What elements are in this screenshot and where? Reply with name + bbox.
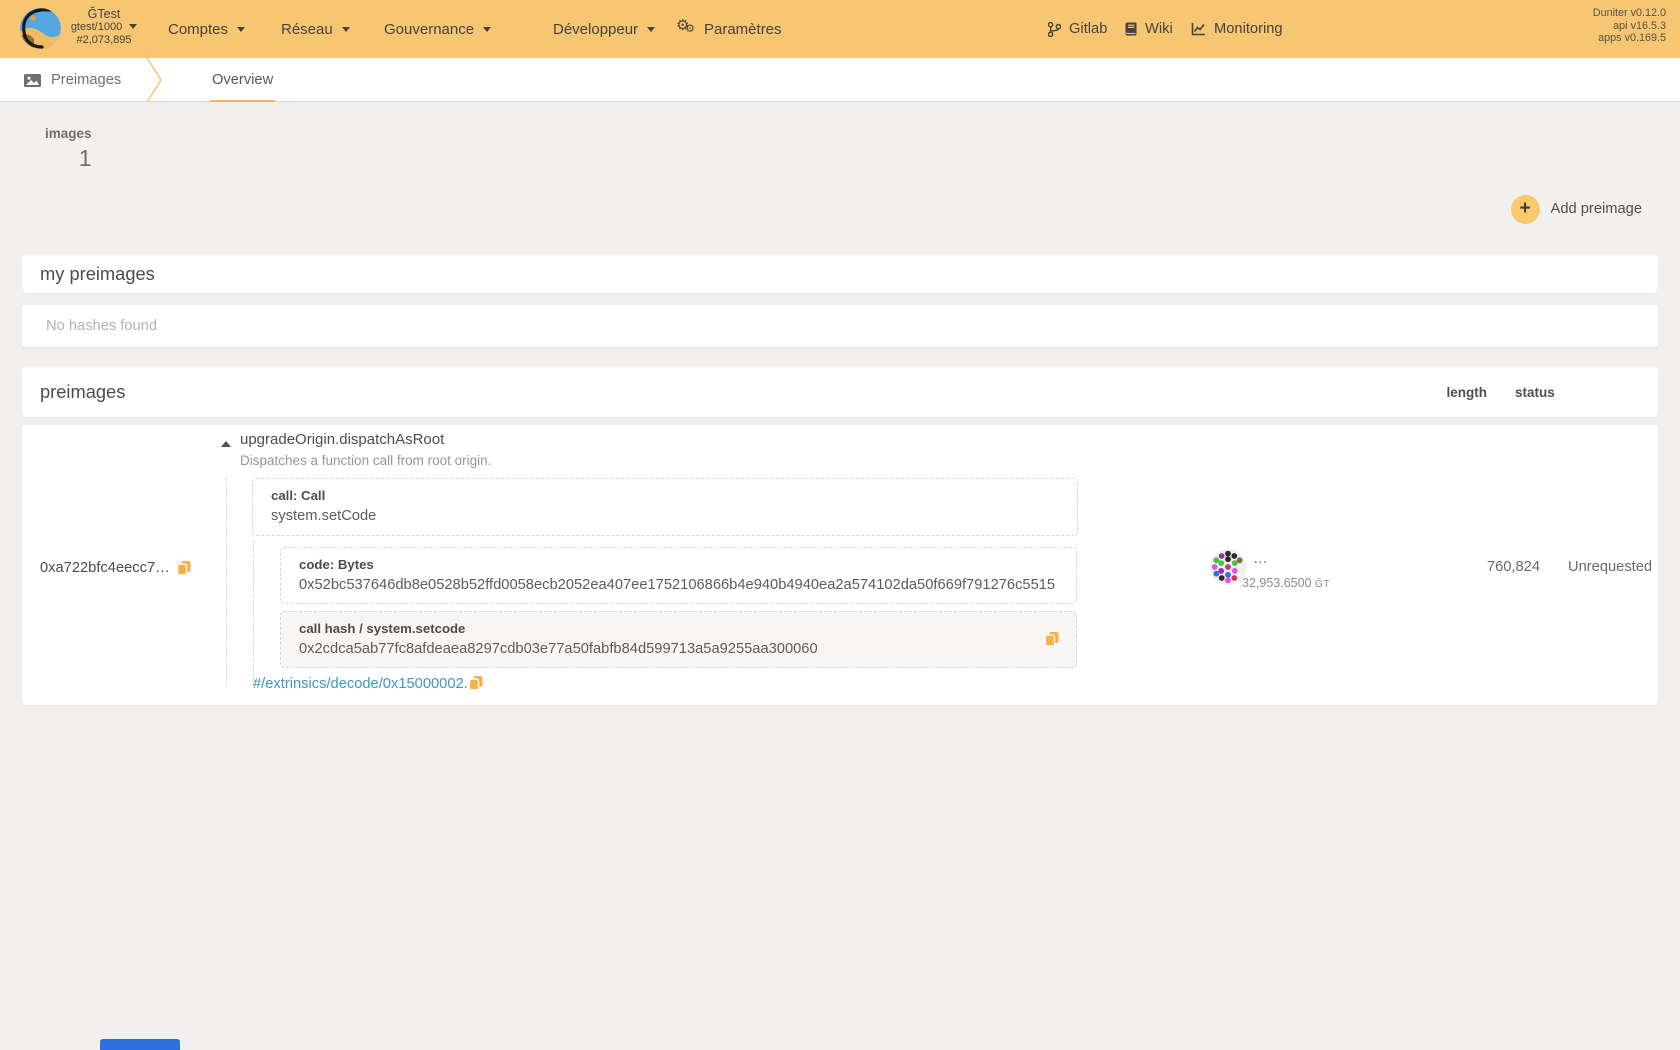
version-api: api v16.5.3 xyxy=(1593,20,1666,33)
chart-line-icon xyxy=(1191,22,1206,36)
my-preimages-body: No hashes found xyxy=(22,305,1658,347)
deposit-unit: ĞT xyxy=(1315,579,1330,590)
extrinsics-decode-link[interactable]: #/extrinsics/decode/0x15000002... xyxy=(253,676,476,692)
top-nav-bar: ĞTest gtest/1000 #2,073,895 Comptes Rése… xyxy=(0,0,1680,58)
param-call-hash-box: call hash / system.setcode 0x2cdca5ab77f… xyxy=(280,611,1077,668)
breadcrumb-label: Preimages xyxy=(51,72,121,88)
account-name: … xyxy=(1253,551,1269,567)
call-description: Dispatches a function call from root ori… xyxy=(240,453,491,468)
column-header-length: length xyxy=(1391,385,1487,400)
link-label: Wiki xyxy=(1145,21,1173,37)
link-label: Monitoring xyxy=(1214,21,1283,37)
chevron-down-icon xyxy=(647,27,655,32)
copy-icon[interactable] xyxy=(1044,631,1060,652)
app-root: ĞTest gtest/1000 #2,073,895 Comptes Rése… xyxy=(0,0,1680,1050)
tab-bar: Preimages Overview xyxy=(0,58,1680,102)
status-value: Unrequested xyxy=(1568,559,1652,575)
param-label: call hash / system.setcode xyxy=(299,621,1058,636)
images-icon xyxy=(24,74,41,87)
summary-images: images 1 xyxy=(45,126,92,172)
gears-icon: ⚙⚙ xyxy=(676,19,698,39)
param-label: code: Bytes xyxy=(299,557,1058,572)
copy-icon[interactable] xyxy=(468,675,484,696)
menu-label: Réseau xyxy=(281,21,333,38)
menu-comptes[interactable]: Comptes xyxy=(168,0,245,58)
chevron-down-icon xyxy=(342,27,350,32)
network-logo-icon[interactable] xyxy=(20,8,61,49)
network-block-number: #2,073,895 xyxy=(58,34,150,47)
tree-guide-line xyxy=(226,478,227,686)
preimages-title: preimages xyxy=(40,381,125,403)
param-value: 0x52bc537646db8e0528b52ffd0058ecb2052ea4… xyxy=(299,577,1058,593)
link-monitoring[interactable]: Monitoring xyxy=(1191,0,1283,58)
my-preimages-header: my preimages xyxy=(22,255,1658,293)
tree-guide-line xyxy=(253,540,254,686)
param-value: system.setCode xyxy=(271,508,1059,524)
menu-developpeur[interactable]: Développeur xyxy=(553,0,655,58)
link-gitlab[interactable]: Gitlab xyxy=(1048,0,1107,58)
param-code-box: code: Bytes 0x52bc537646db8e0528b52ffd00… xyxy=(280,547,1077,604)
network-chain: gtest/1000 xyxy=(58,21,150,34)
menu-label: Développeur xyxy=(553,21,638,38)
param-value: 0x2cdca5ab77fc8afdeaea8297cdb03e77a50fab… xyxy=(299,641,1058,657)
network-selector[interactable]: ĞTest gtest/1000 #2,073,895 xyxy=(58,7,150,47)
call-name: upgradeOrigin.dispatchAsRoot xyxy=(240,431,444,448)
deposit-amount: 32,953.6500 xyxy=(1242,576,1312,590)
preimages-header: preimages length status xyxy=(22,367,1658,417)
summary-label: images xyxy=(45,126,92,141)
status-bubble xyxy=(100,1039,180,1050)
empty-message: No hashes found xyxy=(46,318,157,334)
column-header-status: status xyxy=(1515,385,1605,400)
breadcrumb-divider xyxy=(146,58,168,102)
copy-icon[interactable] xyxy=(176,560,192,581)
menu-reseau[interactable]: Réseau xyxy=(281,0,350,58)
book-icon xyxy=(1125,22,1137,36)
breadcrumb: Preimages xyxy=(24,58,121,102)
param-label: call: Call xyxy=(271,488,1059,503)
add-preimage-button[interactable]: + Add preimage xyxy=(1511,194,1642,224)
my-preimages-title: my preimages xyxy=(40,263,155,285)
menu-gouvernance[interactable]: Gouvernance xyxy=(384,0,491,58)
account-identicon[interactable] xyxy=(1210,549,1246,585)
link-wiki[interactable]: Wiki xyxy=(1125,0,1173,58)
summary-value: 1 xyxy=(45,145,92,172)
git-branch-icon xyxy=(1048,22,1061,37)
param-call-box: call: Call system.setCode xyxy=(252,478,1078,536)
menu-label: Comptes xyxy=(168,21,228,38)
network-name: ĞTest xyxy=(58,7,150,21)
link-label: Gitlab xyxy=(1069,21,1107,37)
page-content: images 1 + Add preimage my preimages No … xyxy=(0,102,1680,1050)
preimages-table-row: 0xa722bfc4eecc7… upgradeOrigin.dispatchA… xyxy=(22,425,1658,705)
deposit-balance: 32,953.6500 ĞT xyxy=(1242,576,1330,590)
menu-label: Gouvernance xyxy=(384,21,474,38)
tab-overview[interactable]: Overview xyxy=(196,58,289,102)
menu-label: Paramètres xyxy=(704,21,782,38)
version-node: Duniter v0.12.0 xyxy=(1593,7,1666,20)
collapse-toggle-icon[interactable] xyxy=(221,441,231,447)
version-apps: apps v0.169.5 xyxy=(1593,32,1666,45)
chevron-down-icon xyxy=(237,27,245,32)
preimage-hash: 0xa722bfc4eecc7… xyxy=(40,560,170,576)
tab-label: Overview xyxy=(212,72,273,88)
plus-icon: + xyxy=(1511,195,1540,224)
chevron-down-icon xyxy=(129,24,137,29)
chevron-down-icon xyxy=(483,27,491,32)
add-preimage-label: Add preimage xyxy=(1551,201,1642,217)
code-bytes: 0x52bc537646db8e0528b52ffd0058ecb2052ea4… xyxy=(299,577,1055,593)
version-info: Duniter v0.12.0 api v16.5.3 apps v0.169.… xyxy=(1593,7,1666,45)
length-value: 760,824 xyxy=(1430,559,1540,575)
menu-parametres[interactable]: ⚙⚙ Paramètres xyxy=(676,0,782,58)
